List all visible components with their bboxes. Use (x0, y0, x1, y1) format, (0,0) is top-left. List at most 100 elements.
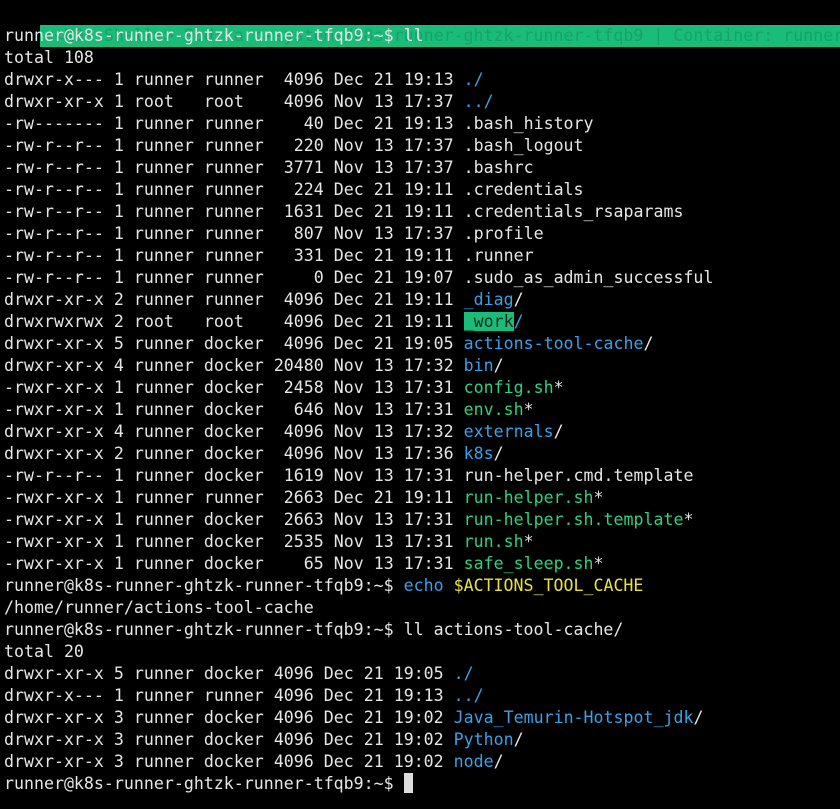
listing-row: drwxr-xr-x 2 runner docker 4096 Nov 13 1… (4, 443, 840, 465)
file-date: Dec 21 19:02 (323, 708, 444, 727)
file-name: run.sh (463, 532, 524, 551)
listing-row: drwxr-xr-x 4 runner docker 4096 Nov 13 1… (4, 421, 840, 443)
file-owner: runner (133, 488, 194, 507)
file-owner: runner (133, 708, 194, 727)
file-group: runner (203, 136, 264, 155)
file-group: docker (203, 708, 264, 727)
file-permissions: drwxr-xr-x (4, 356, 104, 375)
file-group: docker (203, 444, 264, 463)
file-name: .credentials_rsaparams (463, 202, 684, 221)
file-name: ../ (463, 92, 494, 111)
file-date: Dec 21 19:11 (333, 488, 454, 507)
file-group: docker (203, 400, 264, 419)
file-size: 4096 (273, 708, 314, 727)
listing-row: -rwxr-xr-x 1 runner docker 2663 Nov 13 1… (4, 509, 840, 531)
file-group: docker (203, 334, 264, 353)
listing-row: -rw-r--r-- 1 runner runner 331 Dec 21 19… (4, 245, 840, 267)
active-command-line: runner@k8s-runner-ghtzk-runner-tfqb9:~$ (4, 773, 840, 795)
file-date: Nov 13 17:37 (333, 224, 454, 243)
file-type-indicator: / (493, 752, 504, 771)
file-name: actions-tool-cache (463, 334, 644, 353)
file-group: runner (203, 158, 264, 177)
file-date: Dec 21 19:02 (323, 730, 444, 749)
file-group: runner (203, 290, 264, 309)
listing-row: drwxr-xr-x 3 runner docker 4096 Dec 21 1… (4, 729, 840, 751)
shell-prompt: runner@k8s-runner-ghtzk-runner-tfqb9:~$ (4, 576, 394, 595)
file-size: 4096 (273, 312, 324, 331)
file-date: Dec 21 19:13 (333, 114, 454, 133)
text-cursor[interactable] (403, 773, 413, 793)
file-owner: runner (133, 356, 194, 375)
link-count: 1 (113, 136, 124, 155)
file-size: 65 (273, 554, 324, 573)
listing-row: -rw-r--r-- 1 runner runner 1631 Dec 21 1… (4, 201, 840, 223)
file-permissions: drwxr-xr-x (4, 752, 104, 771)
listing-row: drwxr-x--- 1 runner runner 4096 Dec 21 1… (4, 69, 840, 91)
file-group: root (203, 92, 264, 111)
file-permissions: -rwxr-xr-x (4, 488, 104, 507)
file-type-indicator: * (523, 400, 534, 419)
file-owner: runner (133, 290, 194, 309)
file-size: 646 (273, 400, 324, 419)
file-permissions: -rwxr-xr-x (4, 400, 104, 419)
file-group: docker (203, 422, 264, 441)
file-group: docker (203, 378, 264, 397)
file-size: 331 (273, 246, 324, 265)
file-owner: runner (133, 752, 194, 771)
file-group: runner (203, 268, 264, 287)
file-owner: root (133, 312, 194, 331)
file-permissions: -rwxr-xr-x (4, 378, 104, 397)
link-count: 3 (113, 730, 124, 749)
output-line-text: /home/runner/actions-tool-cache (4, 598, 314, 617)
file-name: safe_sleep.sh (463, 554, 594, 573)
listing-row: -rwxr-xr-x 1 runner docker 2535 Nov 13 1… (4, 531, 840, 553)
file-date: Nov 13 17:37 (333, 136, 454, 155)
listing-row: -rw-r--r-- 1 runner runner 3771 Nov 13 1… (4, 157, 840, 179)
file-permissions: drwxr-xr-x (4, 334, 104, 353)
terminal-output: runner@k8s-runner-ghtzk-runner-tfqb9:~$ … (4, 25, 840, 795)
command-text: ll (403, 26, 424, 45)
listing-row: -rw-r--r-- 1 runner docker 1619 Nov 13 1… (4, 465, 840, 487)
file-permissions: drwxr-xr-x (4, 664, 104, 683)
file-type-indicator: * (683, 510, 694, 529)
link-count: 2 (113, 290, 124, 309)
file-permissions: -rw-r--r-- (4, 202, 104, 221)
file-permissions: drwxr-x--- (4, 70, 104, 89)
file-owner: runner (133, 664, 194, 683)
file-group: runner (203, 246, 264, 265)
listing-row: drwxr-xr-x 2 runner runner 4096 Dec 21 1… (4, 289, 840, 311)
file-date: Nov 13 17:31 (333, 466, 454, 485)
output-text: total 108 (4, 47, 840, 69)
file-permissions: -rw-r--r-- (4, 180, 104, 199)
listing-row: drwxr-xr-x 4 runner docker 20480 Nov 13 … (4, 355, 840, 377)
file-name: env.sh (463, 400, 524, 419)
file-group: docker (203, 752, 264, 771)
file-size: 2458 (273, 378, 324, 397)
file-size: 4096 (273, 686, 314, 705)
file-name: .profile (463, 224, 544, 243)
file-type-indicator: / (693, 708, 704, 727)
listing-row: -rw-r--r-- 1 runner runner 807 Nov 13 17… (4, 223, 840, 245)
output-text: total 20 (4, 641, 840, 663)
file-type-indicator: / (513, 312, 524, 331)
listing-row: drwxr-xr-x 3 runner docker 4096 Dec 21 1… (4, 751, 840, 773)
file-type-indicator: / (643, 334, 654, 353)
link-count: 4 (113, 422, 124, 441)
file-name: ./ (463, 70, 484, 89)
file-type-indicator: / (493, 444, 504, 463)
file-owner: runner (133, 466, 194, 485)
file-owner: runner (133, 268, 194, 287)
file-date: Nov 13 17:31 (333, 378, 454, 397)
file-owner: runner (133, 532, 194, 551)
command-line: runner@k8s-runner-ghtzk-runner-tfqb9:~$ … (4, 619, 840, 641)
terminal-window[interactable]: <<K9s-Shell>> Pod: arc-systems/k8s-runne… (0, 0, 840, 809)
link-count: 1 (113, 158, 124, 177)
file-permissions: drwxr-xr-x (4, 730, 104, 749)
file-permissions: -rwxr-xr-x (4, 532, 104, 551)
file-permissions: drwxr-xr-x (4, 422, 104, 441)
link-count: 1 (113, 70, 124, 89)
title-bar-line: <<K9s-Shell>> Pod: arc-systems/k8s-runne… (4, 3, 840, 47)
file-size: 20480 (273, 356, 324, 375)
listing-row: -rwxr-xr-x 1 runner docker 65 Nov 13 17:… (4, 553, 840, 575)
file-date: Dec 21 19:11 (333, 290, 454, 309)
